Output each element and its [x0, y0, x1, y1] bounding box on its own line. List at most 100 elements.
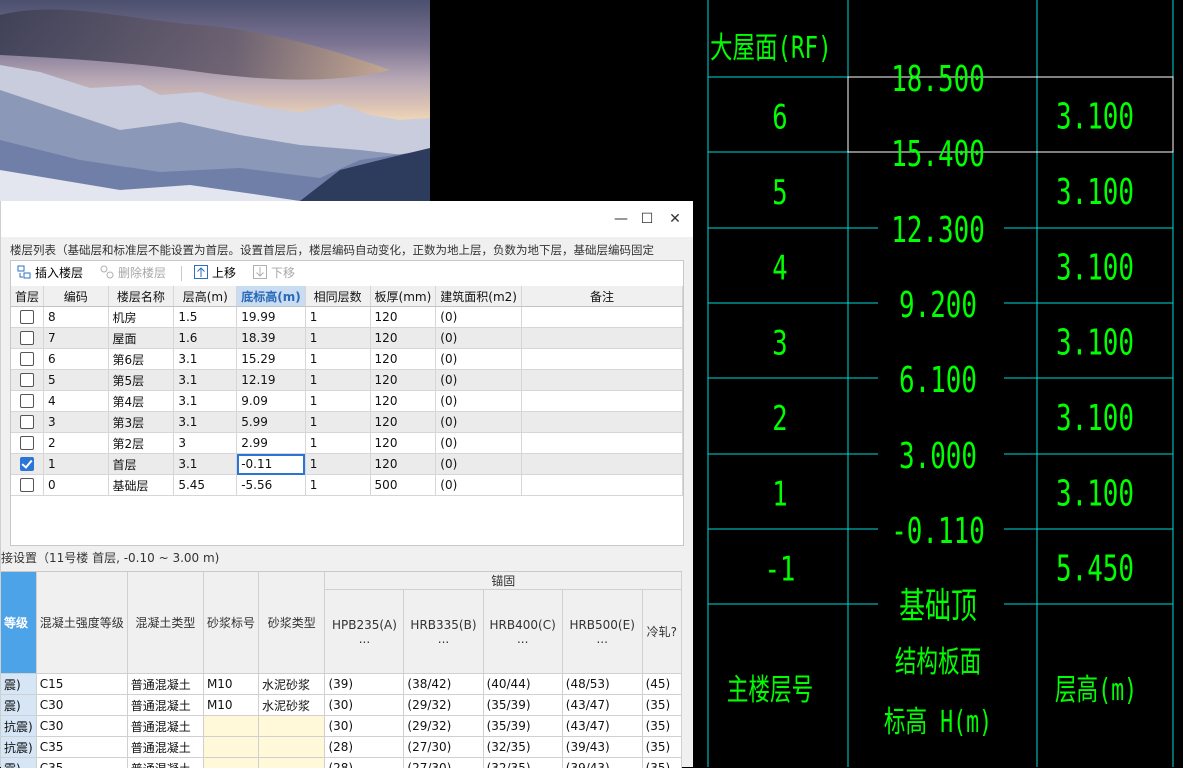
anchor-cell[interactable]: (35/39): [483, 716, 562, 737]
anchor-cell[interactable]: [258, 716, 325, 737]
col-mortar-type[interactable]: 砂浆类型: [258, 572, 325, 674]
first-floor-checkbox[interactable]: [20, 394, 34, 408]
floor-height-cell[interactable]: 3: [174, 433, 237, 454]
floor-name-cell[interactable]: 第3层: [108, 412, 174, 433]
anchor-cell[interactable]: [258, 758, 325, 768]
anchor-cell[interactable]: (39/43): [562, 737, 642, 758]
anchor-cell[interactable]: 普通混凝土: [127, 758, 203, 768]
floor-name-cell[interactable]: 屋面: [108, 328, 174, 349]
anchor-cell[interactable]: M10: [203, 695, 258, 716]
col-bottom-elevation[interactable]: 底标高(m): [237, 286, 305, 307]
col-code[interactable]: 编码: [44, 286, 108, 307]
anchor-cell[interactable]: C30: [36, 716, 127, 737]
anchor-cell[interactable]: (35): [642, 737, 681, 758]
code-cell[interactable]: 2: [44, 433, 108, 454]
first-floor-checkbox[interactable]: [20, 352, 34, 366]
anchor-cell[interactable]: (29/32): [404, 695, 483, 716]
anchor-cell[interactable]: (48/53): [562, 674, 642, 695]
move-down-button[interactable]: 下移: [253, 265, 295, 282]
col-concrete-type[interactable]: 混凝土类型: [127, 572, 203, 674]
col-grade[interactable]: 等级: [1, 572, 36, 674]
anchor-cell[interactable]: (35): [642, 716, 681, 737]
anchor-cell[interactable]: (39): [325, 674, 404, 695]
same-count-cell[interactable]: 1: [305, 370, 370, 391]
floor-name-cell[interactable]: 第6层: [108, 349, 174, 370]
floor-height-cell[interactable]: 1.5: [174, 307, 237, 328]
code-cell[interactable]: 7: [44, 328, 108, 349]
anchor-row[interactable]: 抗震)C30普通混凝土 (30)(29/32)(35/39)(43/47)(35): [1, 716, 682, 737]
anchor-cell[interactable]: M10: [203, 674, 258, 695]
first-floor-checkbox[interactable]: [20, 457, 34, 471]
anchor-cell[interactable]: 抗震): [1, 737, 36, 758]
anchor-cell[interactable]: 抗震): [1, 716, 36, 737]
anchor-cell[interactable]: 震): [1, 695, 36, 716]
anchor-cell[interactable]: (28): [325, 758, 404, 768]
code-cell[interactable]: 6: [44, 349, 108, 370]
same-count-cell[interactable]: 1: [305, 349, 370, 370]
floor-name-cell[interactable]: 首层: [108, 454, 174, 475]
col-floor-name[interactable]: 楼层名称: [108, 286, 174, 307]
floor-height-cell[interactable]: 3.1: [174, 370, 237, 391]
slab-thickness-cell[interactable]: 120: [370, 328, 436, 349]
anchor-cell[interactable]: 普通混凝土: [127, 674, 203, 695]
anchor-row[interactable]: 震)C35普通混凝土(28)(27/30)(32/35)(39/43)(35): [1, 758, 682, 768]
anchor-cell[interactable]: (32/35): [483, 758, 562, 768]
floor-row[interactable]: 3第3层3.15.991120(0): [11, 412, 683, 433]
close-button[interactable]: ✕: [665, 209, 685, 229]
anchor-cell[interactable]: (30): [325, 716, 404, 737]
anchor-cell[interactable]: (45): [642, 674, 681, 695]
code-cell[interactable]: 0: [44, 475, 108, 496]
move-up-button[interactable]: 上移: [194, 265, 236, 282]
anchor-cell[interactable]: (43/47): [562, 716, 642, 737]
anchor-cell[interactable]: 普通混凝土: [127, 716, 203, 737]
anchor-cell[interactable]: [203, 758, 258, 768]
floor-row[interactable]: 2第2层32.991120(0): [11, 433, 683, 454]
anchor-cell[interactable]: (27/30): [404, 758, 483, 768]
remarks-cell[interactable]: [522, 349, 683, 370]
first-floor-checkbox[interactable]: [20, 436, 34, 450]
col-hrb400[interactable]: HRB400(C)...: [483, 590, 562, 674]
anchor-cell[interactable]: (30): [325, 695, 404, 716]
code-cell[interactable]: 1: [44, 454, 108, 475]
col-remarks[interactable]: 备注: [522, 286, 683, 307]
bottom-elevation-cell[interactable]: 18.39: [237, 328, 305, 349]
code-cell[interactable]: 3: [44, 412, 108, 433]
insert-floor-button[interactable]: 插入楼层: [17, 265, 83, 282]
same-count-cell[interactable]: 1: [305, 433, 370, 454]
floor-row[interactable]: 8机房1.519.991120(0): [11, 307, 683, 328]
floor-name-cell[interactable]: 第5层: [108, 370, 174, 391]
remarks-cell[interactable]: [522, 391, 683, 412]
same-count-cell[interactable]: 1: [305, 475, 370, 496]
building-area-cell[interactable]: (0): [436, 370, 522, 391]
same-count-cell[interactable]: 1: [305, 307, 370, 328]
anchor-cell[interactable]: [203, 716, 258, 737]
building-area-cell[interactable]: (0): [436, 328, 522, 349]
bottom-elevation-cell[interactable]: 9.09: [237, 391, 305, 412]
slab-thickness-cell[interactable]: 120: [370, 412, 436, 433]
slab-thickness-cell[interactable]: 500: [370, 475, 436, 496]
floor-height-cell[interactable]: 1.6: [174, 328, 237, 349]
col-same-count[interactable]: 相同层数: [305, 286, 370, 307]
col-cold-rolled[interactable]: 冷轧?: [642, 590, 681, 674]
floor-height-cell[interactable]: 3.1: [174, 391, 237, 412]
remarks-cell[interactable]: [522, 454, 683, 475]
floor-row[interactable]: 4第4层3.19.091120(0): [11, 391, 683, 412]
anchor-cell[interactable]: (35): [642, 758, 681, 768]
bottom-elevation-cell[interactable]: -0.11: [237, 454, 305, 475]
col-first-floor[interactable]: 首层: [11, 286, 44, 307]
remarks-cell[interactable]: [522, 433, 683, 454]
anchor-row[interactable]: 震)C15普通混凝土M10水泥砂浆(39)(38/42)(40/44)(48/5…: [1, 674, 682, 695]
anchor-cell[interactable]: (28): [325, 737, 404, 758]
anchor-cell[interactable]: (29/32): [404, 716, 483, 737]
floor-name-cell[interactable]: 基础层: [108, 475, 174, 496]
anchor-cell[interactable]: [258, 737, 325, 758]
same-count-cell[interactable]: 1: [305, 391, 370, 412]
floor-row[interactable]: 0基础层5.45-5.561500(0): [11, 475, 683, 496]
remarks-cell[interactable]: [522, 475, 683, 496]
anchor-cell[interactable]: (40/44): [483, 674, 562, 695]
anchor-cell[interactable]: 震): [1, 674, 36, 695]
slab-thickness-cell[interactable]: 120: [370, 370, 436, 391]
first-floor-checkbox[interactable]: [20, 331, 34, 345]
cad-drawing[interactable]: 大屋面(RF)654321-118.50015.40012.3009.2006.…: [694, 0, 1183, 767]
col-building-area[interactable]: 建筑面积(m2): [436, 286, 522, 307]
